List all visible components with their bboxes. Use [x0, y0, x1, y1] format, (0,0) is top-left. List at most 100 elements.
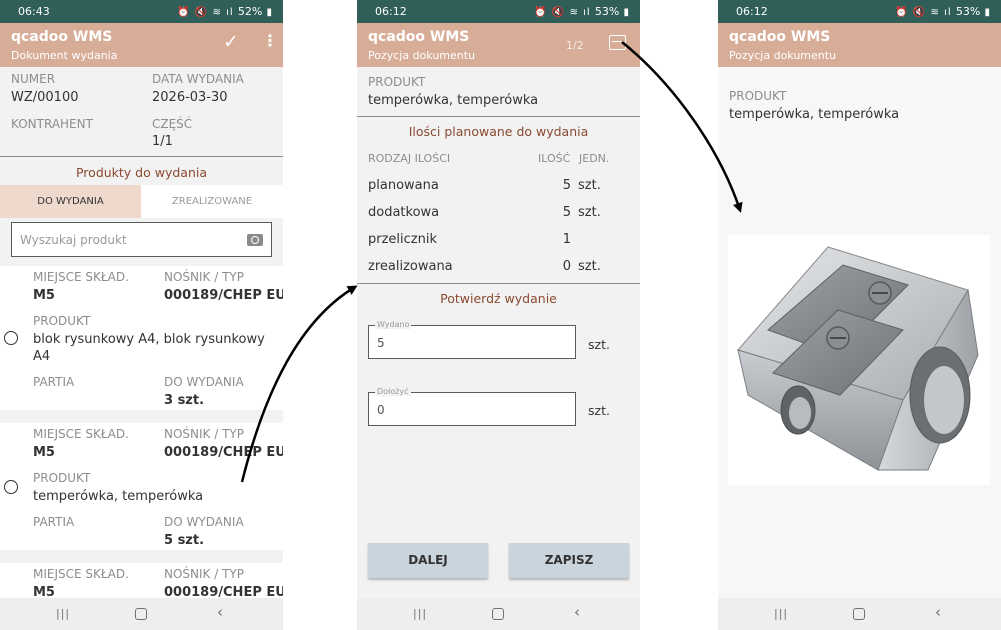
system-nav-bar: ||| ‹: [718, 598, 1001, 630]
do-wydania-value: 3 szt.: [164, 393, 205, 408]
screen-document: 06:43 ⏰ 🔇 ≋ ıl 52% ▮ qcadoo WMS Dokument…: [0, 0, 283, 630]
row-unit: szt.: [578, 259, 601, 274]
partia-label: PARTIA: [33, 375, 75, 389]
data-wydania-value: 2026-03-30: [152, 90, 228, 105]
wydano-label: Wydano: [375, 320, 412, 329]
app-title: qcadoo WMS: [11, 29, 113, 45]
planned-title: Ilości planowane do wydania: [408, 124, 589, 139]
section-title-products: Produkty do wydania: [75, 165, 208, 180]
next-button[interactable]: DALEJ: [368, 543, 488, 578]
recents-nav-icon[interactable]: |||: [413, 607, 427, 620]
list-item[interactable]: MIEJSCE SKŁAD. M5 NOŚNIK / TYP 000189/CH…: [0, 563, 283, 603]
dolozyc-unit: szt.: [588, 403, 610, 418]
status-time: 06:12: [736, 5, 768, 18]
product-header: PRODUKT temperówka, temperówka: [357, 67, 640, 117]
col-ilosc: ILOŚĆ: [538, 152, 571, 165]
row-qty: 1: [562, 232, 571, 247]
save-button[interactable]: ZAPISZ: [509, 543, 629, 578]
row-qty: 5: [562, 205, 571, 220]
tab-zrealizowane[interactable]: ZREALIZOWANE: [141, 185, 283, 218]
miejsce-value: M5: [33, 288, 55, 303]
czesc-value: 1/1: [152, 134, 173, 149]
dolozyc-field[interactable]: Dołożyć 0: [368, 387, 576, 426]
search-input[interactable]: Wyszukaj produkt: [11, 222, 272, 257]
status-icons: ⏰ 🔇 ≋ ıl 53% ▮: [895, 5, 991, 18]
search-placeholder: Wyszukaj produkt: [20, 233, 127, 247]
battery-level: 52%: [237, 5, 263, 18]
nosnik-label: NOŚNIK / TYP: [164, 567, 244, 581]
miejsce-label: MIEJSCE SKŁAD.: [33, 567, 129, 581]
screen-document-item: 06:12 ⏰ 🔇 ≋ ıl 53% ▮ qcadoo WMS Pozycja …: [357, 0, 640, 630]
image-icon[interactable]: [609, 35, 626, 50]
numer-value: WZ/00100: [11, 90, 79, 105]
screen-subtitle: Dokument wydania: [11, 49, 118, 62]
pager: 1/2: [566, 39, 584, 52]
nosnik-label: NOŚNIK / TYP: [164, 270, 244, 284]
row-name: planowana: [368, 178, 439, 193]
home-nav-icon[interactable]: [853, 608, 865, 620]
czesc-label: CZĘŚĆ: [152, 117, 193, 131]
status-time: 06:43: [18, 5, 50, 18]
confirm-title: Potwierdź wydanie: [440, 291, 557, 306]
check-icon[interactable]: ✓: [223, 31, 239, 53]
row-unit: szt.: [578, 178, 601, 193]
kebab-menu-icon[interactable]: ⋮: [262, 31, 278, 50]
document-header: NUMER WZ/00100 DATA WYDANIA 2026-03-30 K…: [0, 67, 283, 157]
screen-subtitle: Pozycja dokumentu: [368, 49, 476, 62]
row-name: przelicznik: [368, 232, 437, 247]
produkt-label: PRODUKT: [33, 471, 91, 485]
back-nav-icon[interactable]: ‹: [217, 603, 223, 621]
partia-label: PARTIA: [33, 515, 75, 529]
nosnik-value: 000189/CHEP EUR: [164, 288, 283, 303]
radio-icon[interactable]: [4, 480, 18, 494]
recents-nav-icon[interactable]: |||: [774, 607, 788, 620]
status-time: 06:12: [375, 5, 407, 18]
do-wydania-value: 5 szt.: [164, 533, 205, 548]
app-title: qcadoo WMS: [729, 29, 831, 45]
radio-icon[interactable]: [4, 331, 18, 345]
kontrahent-label: KONTRAHENT: [11, 117, 93, 131]
dolozyc-label: Dołożyć: [375, 387, 411, 396]
nosnik-value: 000189/CHEP EUR: [164, 445, 283, 460]
row-name: zrealizowana: [368, 259, 453, 274]
miejsce-label: MIEJSCE SKŁAD.: [33, 270, 129, 284]
home-nav-icon[interactable]: [135, 608, 147, 620]
miejsce-value: M5: [33, 445, 55, 460]
recents-nav-icon[interactable]: |||: [56, 607, 70, 620]
numer-label: NUMER: [11, 72, 56, 86]
do-wydania-label: DO WYDANIA: [164, 515, 244, 529]
dolozyc-value: 0: [377, 403, 385, 417]
data-wydania-label: DATA WYDANIA: [152, 72, 244, 86]
row-unit: szt.: [578, 205, 601, 220]
do-wydania-label: DO WYDANIA: [164, 375, 244, 389]
produkt-label: PRODUKT: [33, 314, 91, 328]
produkt-label: PRODUKT: [368, 75, 426, 89]
planned-quantities: Ilości planowane do wydania RODZAJ ILOŚC…: [357, 117, 640, 284]
product-photo: [728, 235, 990, 485]
home-nav-icon[interactable]: [492, 608, 504, 620]
list-item[interactable]: MIEJSCE SKŁAD. M5 NOŚNIK / TYP 000189/CH…: [0, 266, 283, 410]
wydano-unit: szt.: [588, 337, 610, 352]
sharpener-image: [737, 246, 979, 471]
produkt-value: temperówka, temperówka: [729, 107, 900, 122]
row-qty: 0: [562, 259, 571, 274]
col-jedn: JEDN.: [579, 152, 610, 165]
wydano-field[interactable]: Wydano 5: [368, 320, 576, 359]
nosnik-label: NOŚNIK / TYP: [164, 427, 244, 441]
camera-icon[interactable]: [247, 234, 263, 246]
col-rodzaj: RODZAJ ILOŚCI: [368, 152, 451, 165]
produkt-value: blok rysunkowy A4, blok rysunkowy: [33, 332, 265, 347]
status-icons: ⏰ 🔇 ≋ ıl 53% ▮: [534, 5, 630, 18]
system-nav-bar: ||| ‹: [0, 598, 283, 630]
list-item[interactable]: MIEJSCE SKŁAD. M5 NOŚNIK / TYP 000189/CH…: [0, 423, 283, 550]
miejsce-label: MIEJSCE SKŁAD.: [33, 427, 129, 441]
battery-level: 53%: [594, 5, 620, 18]
app-bar: qcadoo WMS Dokument wydania ✓ ⋮: [0, 23, 283, 67]
produkt-value-cont: A4: [33, 349, 51, 364]
back-nav-icon[interactable]: ‹: [574, 603, 580, 621]
tab-do-wydania[interactable]: DO WYDANIA: [0, 185, 141, 218]
back-nav-icon[interactable]: ‹: [935, 603, 941, 621]
app-title: qcadoo WMS: [368, 29, 470, 45]
status-bar: 06:12 ⏰ 🔇 ≋ ıl 53% ▮: [357, 0, 640, 23]
tab-bar: DO WYDANIA ZREALIZOWANE: [0, 185, 283, 218]
